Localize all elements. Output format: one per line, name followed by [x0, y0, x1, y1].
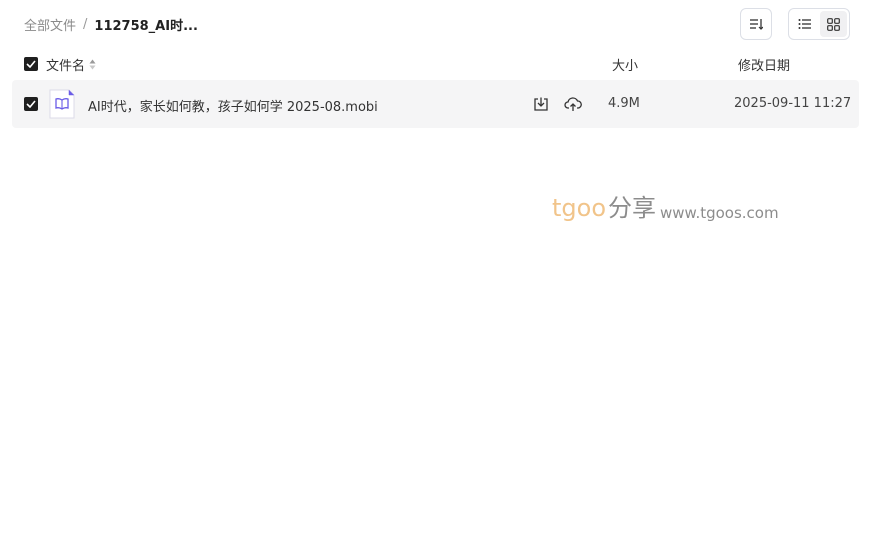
sort-list-icon [750, 19, 763, 30]
column-header-size: 大小 [612, 59, 639, 74]
sort-caret-icon [89, 59, 96, 70]
checkmark-icon [26, 100, 36, 108]
watermark-url: www.tgoos.com [660, 204, 779, 222]
grid-view-icon [827, 17, 840, 31]
breadcrumb: 全部文件 / 112758_AI时... [24, 15, 198, 34]
download-icon [534, 97, 548, 111]
file-row[interactable]: AI时代，家长如何教，孩子如何学 2025-08.mobi 4.9M 2025-… [12, 80, 859, 128]
grid-view-button[interactable] [820, 11, 847, 37]
download-button[interactable] [531, 94, 551, 114]
file-row-checkbox[interactable] [24, 97, 38, 111]
breadcrumb-separator: / [83, 16, 88, 32]
watermark-brand: tgoo [552, 194, 607, 222]
watermark: tgoo 分享 www.tgoos.com [552, 188, 779, 222]
breadcrumb-root-link[interactable]: 全部文件 [24, 15, 76, 34]
column-header-name[interactable]: 文件名 [46, 55, 96, 74]
view-toggle [788, 8, 850, 40]
cloud-upload-icon [564, 97, 582, 111]
file-size: 4.9M [608, 96, 640, 111]
select-all-checkbox[interactable] [24, 57, 38, 71]
file-browser: 全部文件 / 112758_AI时... 文件名 大小 修改日期 AI时代，家长… [0, 0, 874, 538]
sort-button[interactable] [740, 8, 772, 40]
file-modified-date: 2025-09-11 11:27 [734, 96, 852, 111]
list-view-icon [798, 19, 811, 29]
ebook-file-icon [49, 89, 75, 119]
checkmark-icon [26, 60, 36, 68]
file-list-header: 文件名 大小 修改日期 [12, 52, 859, 76]
column-header-modified: 修改日期 [738, 59, 791, 74]
watermark-share: 分享 [608, 194, 657, 222]
file-name[interactable]: AI时代，家长如何教，孩子如何学 2025-08.mobi [88, 96, 378, 115]
column-header-name-label: 文件名 [46, 59, 86, 74]
breadcrumb-current-folder: 112758_AI时... [94, 18, 198, 34]
save-to-cloud-button[interactable] [563, 94, 583, 114]
list-view-button[interactable] [791, 11, 818, 37]
